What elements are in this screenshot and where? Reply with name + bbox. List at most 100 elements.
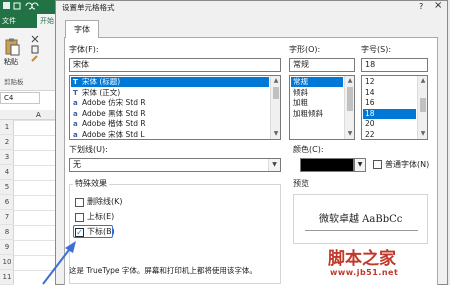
row-header[interactable]: 8 xyxy=(0,225,14,240)
subscript-highlight xyxy=(73,225,113,238)
chevron-down-icon[interactable]: ▼ xyxy=(268,159,280,171)
strikethrough-checkbox[interactable] xyxy=(75,198,84,207)
help-button[interactable]: ? xyxy=(419,1,423,12)
size-label: 字号(S): xyxy=(361,45,392,54)
superscript-checkbox[interactable] xyxy=(75,213,84,222)
list-item[interactable]: a Adobe 宋体 Std L xyxy=(71,130,269,140)
preview-text: 微软卓越 AaBbCc xyxy=(319,214,403,225)
color-picker[interactable] xyxy=(300,158,354,172)
list-item-label: 18 xyxy=(365,108,375,118)
underline-label: 下划线(U): xyxy=(69,145,108,154)
file-tab[interactable]: 文件 xyxy=(2,14,24,28)
list-item[interactable]: a Adobe 楷体 Std R xyxy=(71,119,269,129)
list-item[interactable]: 22 xyxy=(363,130,416,140)
excel-ribbon: 粘贴 剪贴板 xyxy=(0,28,60,91)
name-box[interactable]: C4 xyxy=(0,92,40,104)
row-header[interactable]: 2 xyxy=(0,135,14,150)
scroll-up-icon[interactable]: ▲ xyxy=(419,77,427,85)
list-item[interactable]: 加粗倾斜 xyxy=(291,109,343,119)
list-item[interactable]: 常规 xyxy=(291,77,343,87)
truetype-icon: T xyxy=(73,78,78,86)
style-input[interactable]: 常规 xyxy=(289,58,355,72)
truetype-icon: T xyxy=(73,88,78,97)
style-list-scrollbar[interactable]: ▲ ▼ xyxy=(344,76,354,139)
color-label: 颜色(C): xyxy=(293,145,324,154)
watermark-brand: 脚本之家 xyxy=(328,249,396,269)
list-item[interactable]: 16 xyxy=(363,98,416,108)
underline-select[interactable]: 无 ▼ xyxy=(69,158,281,172)
list-item[interactable]: a Adobe 仿宋 Std R xyxy=(71,98,269,108)
row-headers: 1 2 3 4 5 6 7 8 9 10 11 xyxy=(0,120,14,285)
paste-label: 粘贴 xyxy=(4,58,18,66)
row-header[interactable]: 6 xyxy=(0,195,14,210)
list-item-label: Adobe 楷体 Std R xyxy=(82,119,146,128)
paste-button[interactable]: 粘贴 xyxy=(4,38,20,67)
strikethrough-label: 删除线(K) xyxy=(87,197,123,206)
row-header[interactable]: 9 xyxy=(0,240,14,255)
scroll-up-icon[interactable]: ▲ xyxy=(346,77,354,85)
list-item[interactable]: 倾斜 xyxy=(291,88,343,98)
normal-font-checkbox[interactable] xyxy=(373,160,382,169)
opentype-icon: a xyxy=(73,109,78,118)
scroll-down-icon[interactable]: ▼ xyxy=(419,130,427,138)
tab-font[interactable]: 字体 xyxy=(65,20,99,38)
font-list[interactable]: ▲ ▼ T 宋体 (标题) T 宋体 (正文) a Adobe 仿宋 Std R a Adob… xyxy=(69,75,281,140)
opentype-icon: a xyxy=(73,120,78,128)
row-header[interactable]: 10 xyxy=(0,255,14,270)
list-item[interactable]: T 宋体 (标题) xyxy=(71,77,269,87)
quick-access-icons xyxy=(3,2,39,10)
list-item-label: 常规 xyxy=(293,77,308,86)
preview-title: 预览 xyxy=(293,179,309,188)
list-item-label: 宋体 (标题) xyxy=(82,77,121,86)
list-item[interactable]: 加粗 xyxy=(291,98,343,108)
excel-titlebar xyxy=(0,0,60,11)
font-list-scrollbar[interactable]: ▲ ▼ xyxy=(270,76,280,139)
list-item[interactable]: 20 xyxy=(363,119,416,129)
list-item[interactable]: 12 xyxy=(363,77,416,87)
list-item-label: 宋体 (正文) xyxy=(82,87,121,97)
font-label: 字体(F): xyxy=(69,45,99,54)
list-item-label: 20 xyxy=(365,119,375,128)
list-item-label: 加粗倾斜 xyxy=(293,108,323,118)
list-item[interactable]: a Adobe 黑体 Std R xyxy=(71,109,269,119)
size-input[interactable]: 18 xyxy=(361,58,428,72)
truetype-note: 这是 TrueType 字体。屏幕和打印机上都将使用该字体。 xyxy=(69,266,257,275)
scroll-thumb[interactable] xyxy=(420,98,426,112)
row-header[interactable]: 3 xyxy=(0,150,14,165)
opentype-icon: a xyxy=(73,130,78,139)
row-header[interactable]: 1 xyxy=(0,120,14,135)
chevron-down-icon[interactable]: ▼ xyxy=(354,158,366,172)
list-item[interactable]: 18 xyxy=(363,108,416,119)
list-item-label: Adobe 仿宋 Std R xyxy=(82,98,146,107)
list-item-label: 14 xyxy=(365,87,375,97)
scroll-down-icon[interactable]: ▼ xyxy=(346,130,354,138)
watermark-url: www.jb51.net xyxy=(330,268,399,277)
row-header[interactable]: 5 xyxy=(0,180,14,195)
scroll-up-icon[interactable]: ▲ xyxy=(272,77,280,85)
list-item-label: 16 xyxy=(365,98,375,107)
size-list[interactable]: ▲ ▼ 12 14 16 18 20 22 xyxy=(361,75,428,140)
close-button[interactable]: × xyxy=(434,0,442,12)
annotation-arrow-icon xyxy=(42,241,76,285)
list-item[interactable]: 14 xyxy=(363,88,416,98)
style-list[interactable]: ▲ ▼ 常规 倾斜 加粗 加粗倾斜 xyxy=(289,75,355,140)
clipboard-group-label: 剪贴板 xyxy=(4,78,24,86)
column-header-a[interactable]: A xyxy=(36,110,41,120)
underline-value: 无 xyxy=(73,160,81,169)
list-item-label: 倾斜 xyxy=(293,87,308,97)
row-header[interactable]: 11 xyxy=(0,270,14,285)
scroll-down-icon[interactable]: ▼ xyxy=(272,130,280,138)
list-item[interactable]: T 宋体 (正文) xyxy=(71,88,269,98)
superscript-label: 上标(E) xyxy=(87,212,115,221)
opentype-icon: a xyxy=(73,99,78,107)
watermark: 脚本之家 www.jb51.net xyxy=(328,244,448,284)
size-list-scrollbar[interactable]: ▲ ▼ xyxy=(417,76,427,139)
row-header[interactable]: 7 xyxy=(0,210,14,225)
list-item-label: Adobe 黑体 Std R xyxy=(82,108,146,118)
row-header[interactable]: 4 xyxy=(0,165,14,180)
scroll-thumb[interactable] xyxy=(273,87,279,99)
format-cells-dialog: 设置单元格格式 ? × 字体 字体(F): 宋体 ▲ ▼ T 宋体 (标题) T 宋体… xyxy=(55,0,448,285)
clipboard-tools-icons[interactable] xyxy=(30,34,40,64)
scroll-thumb[interactable] xyxy=(347,87,353,111)
font-name-input[interactable]: 宋体 xyxy=(69,58,281,72)
